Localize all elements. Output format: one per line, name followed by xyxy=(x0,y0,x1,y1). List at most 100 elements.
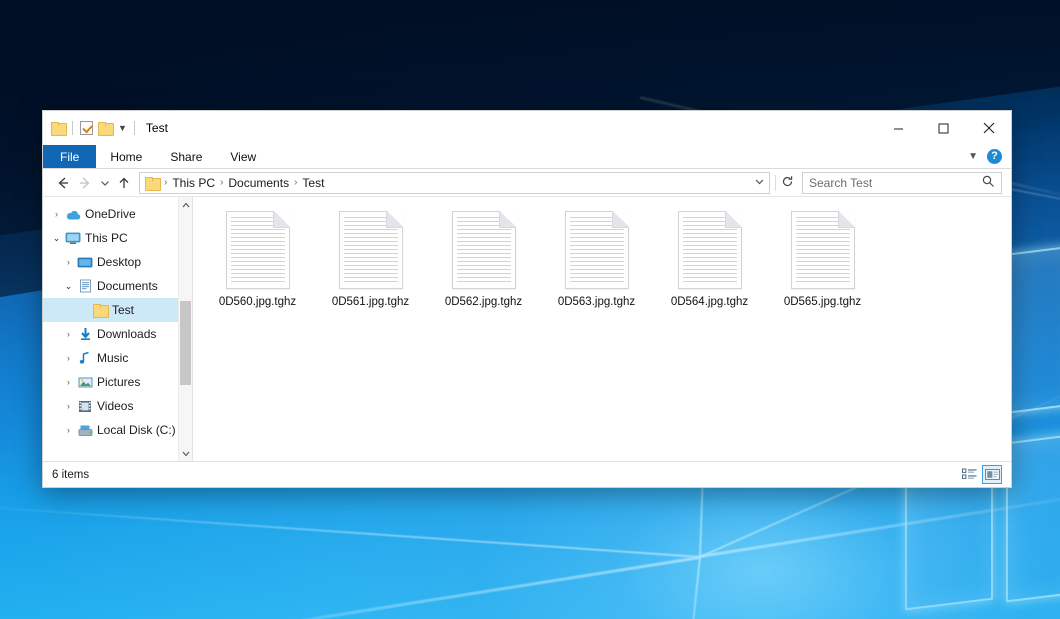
sidebar-item-test[interactable]: Test xyxy=(43,298,192,322)
pictures-icon xyxy=(76,376,94,389)
tab-home[interactable]: Home xyxy=(96,145,156,168)
chevron-right-icon[interactable]: › xyxy=(61,425,76,435)
search-box[interactable]: Search Test xyxy=(802,172,1002,194)
breadcrumb-separator-2: › xyxy=(292,177,299,188)
folder-tree: › OneDrive ⌄ This PC › xyxy=(43,197,192,442)
chevron-down-icon[interactable]: ⌄ xyxy=(49,233,64,244)
title-bar[interactable]: ▼ Test xyxy=(43,111,1011,145)
sidebar-item-onedrive[interactable]: › OneDrive xyxy=(43,202,192,226)
breadcrumb-test[interactable]: Test xyxy=(299,176,327,190)
search-input[interactable]: Search Test xyxy=(809,176,982,190)
generic-document-icon xyxy=(565,211,629,289)
navigation-pane: › OneDrive ⌄ This PC › xyxy=(43,197,193,461)
chevron-right-icon[interactable]: › xyxy=(61,401,76,411)
toolbar-divider xyxy=(72,121,73,135)
chevron-right-icon[interactable]: › xyxy=(61,377,76,387)
item-count-label: 6 items xyxy=(52,469,89,481)
monitor-icon xyxy=(64,232,82,245)
sidebar-item-label: Downloads xyxy=(94,327,156,341)
scroll-down-arrow-icon[interactable] xyxy=(179,446,192,461)
tab-share[interactable]: Share xyxy=(156,145,216,168)
window-controls xyxy=(876,111,1011,145)
file-name: 0D560.jpg.tghz xyxy=(219,296,296,308)
breadcrumb-documents[interactable]: Documents xyxy=(225,176,292,190)
chevron-right-icon[interactable]: › xyxy=(61,257,76,267)
chevron-right-icon[interactable]: › xyxy=(49,209,64,219)
large-icons-view-button[interactable] xyxy=(982,465,1002,484)
address-breadcrumb-bar[interactable]: › This PC › Documents › Test xyxy=(139,172,770,194)
back-button[interactable] xyxy=(52,171,74,195)
search-icon[interactable] xyxy=(982,175,995,191)
folder-icon xyxy=(91,304,109,316)
tab-file[interactable]: File xyxy=(43,145,96,168)
sidebar-item-label: Local Disk (C:) xyxy=(94,423,176,437)
scroll-up-arrow-icon[interactable] xyxy=(179,197,192,212)
sidebar-scrollbar[interactable] xyxy=(178,197,192,461)
scrollbar-track[interactable] xyxy=(179,212,192,446)
explorer-body: › OneDrive ⌄ This PC › xyxy=(43,197,1011,461)
videos-film-icon xyxy=(76,400,94,413)
sidebar-item-label: Videos xyxy=(94,399,133,413)
generic-document-icon xyxy=(452,211,516,289)
chevron-down-icon[interactable]: ⌄ xyxy=(61,281,76,292)
sidebar-item-label: Music xyxy=(94,351,128,365)
chevron-right-icon[interactable]: › xyxy=(61,353,76,363)
breadcrumb-separator-1: › xyxy=(218,177,225,188)
address-bar-right xyxy=(754,176,765,190)
sidebar-item-local-disk-c[interactable]: › Local Disk (C:) xyxy=(43,418,192,442)
up-button[interactable] xyxy=(113,171,135,195)
tab-view[interactable]: View xyxy=(216,145,270,168)
file-grid: 0D560.jpg.tghz 0D561.jpg.tghz 0D562.jpg.… xyxy=(193,197,1011,308)
sidebar-item-downloads[interactable]: › Downloads xyxy=(43,322,192,346)
file-name: 0D562.jpg.tghz xyxy=(445,296,522,308)
refresh-icon[interactable] xyxy=(781,175,794,191)
file-item[interactable]: 0D565.jpg.tghz xyxy=(766,207,879,308)
file-explorer-window: ▼ Test File Home Share View xyxy=(42,110,1012,488)
file-list-pane[interactable]: 0D560.jpg.tghz 0D561.jpg.tghz 0D562.jpg.… xyxy=(193,197,1011,461)
sidebar-item-label: Test xyxy=(109,303,134,317)
new-folder-icon[interactable] xyxy=(98,122,112,134)
quick-access-toolbar: ▼ xyxy=(51,121,137,135)
sidebar-item-label: This PC xyxy=(82,231,128,245)
recent-locations-button[interactable] xyxy=(96,171,113,195)
sidebar-item-this-pc[interactable]: ⌄ This PC xyxy=(43,226,192,250)
maximize-button[interactable] xyxy=(921,111,966,145)
generic-document-icon xyxy=(226,211,290,289)
close-button[interactable] xyxy=(966,111,1011,145)
status-bar: 6 items xyxy=(43,461,1011,487)
ribbon-tabs: File Home Share View ▼ ? xyxy=(43,145,1011,169)
address-bar-row: › This PC › Documents › Test Search Test xyxy=(43,169,1011,197)
file-item[interactable]: 0D563.jpg.tghz xyxy=(540,207,653,308)
details-view-button[interactable] xyxy=(959,465,979,484)
file-item[interactable]: 0D564.jpg.tghz xyxy=(653,207,766,308)
toolbar-divider-2 xyxy=(134,121,135,135)
file-name: 0D563.jpg.tghz xyxy=(558,296,635,308)
generic-document-icon xyxy=(791,211,855,289)
minimize-button[interactable] xyxy=(876,111,921,145)
address-dropdown-icon[interactable] xyxy=(754,176,765,190)
sidebar-item-documents[interactable]: ⌄ Documents xyxy=(43,274,192,298)
help-icon[interactable]: ? xyxy=(987,149,1002,164)
properties-icon[interactable] xyxy=(80,121,93,135)
desktop: ▼ Test File Home Share View xyxy=(0,0,1060,619)
sidebar-item-music[interactable]: › Music xyxy=(43,346,192,370)
sidebar-item-videos[interactable]: › Videos xyxy=(43,394,192,418)
sidebar-item-pictures[interactable]: › Pictures xyxy=(43,370,192,394)
folder-icon[interactable] xyxy=(51,122,65,134)
file-item[interactable]: 0D560.jpg.tghz xyxy=(201,207,314,308)
chevron-down-icon[interactable]: ▼ xyxy=(118,124,127,133)
scrollbar-thumb[interactable] xyxy=(180,301,191,385)
file-item[interactable]: 0D561.jpg.tghz xyxy=(314,207,427,308)
generic-document-icon xyxy=(678,211,742,289)
file-name: 0D561.jpg.tghz xyxy=(332,296,409,308)
forward-button xyxy=(74,171,96,195)
chevron-right-icon[interactable]: › xyxy=(61,329,76,339)
expand-ribbon-chevron-icon[interactable]: ▼ xyxy=(968,151,978,162)
breadcrumb-this-pc[interactable]: This PC xyxy=(169,176,218,190)
desktop-icon xyxy=(76,256,94,269)
file-name: 0D565.jpg.tghz xyxy=(784,296,861,308)
file-item[interactable]: 0D562.jpg.tghz xyxy=(427,207,540,308)
sidebar-item-label: Documents xyxy=(94,279,158,293)
sidebar-item-desktop[interactable]: › Desktop xyxy=(43,250,192,274)
ribbon-right-controls: ▼ ? xyxy=(968,145,1011,168)
